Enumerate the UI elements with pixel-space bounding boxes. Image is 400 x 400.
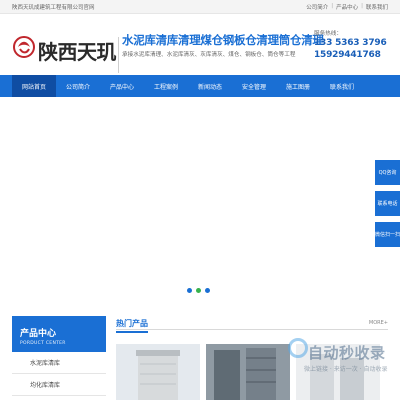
- top-link-about[interactable]: 公司简介: [306, 3, 328, 11]
- main-nav: 网站首页 公司简介 产品中心 工程案例 新闻动态 安全管理 施工图册 联系我们: [0, 75, 400, 97]
- hotline-label: 服务热线：: [314, 31, 342, 37]
- watermark-title: 自动秒收录: [308, 344, 386, 362]
- welcome-text: 陕西天玑成建筑工程有限公司官网: [12, 5, 95, 11]
- nav-item-news[interactable]: 新闻动态: [188, 75, 232, 97]
- hotline-phone-1: 133 5363 3796: [314, 38, 387, 48]
- nav-item-home[interactable]: 网站首页: [12, 75, 56, 97]
- product-center-header: 产品中心 PORDUCT CENTER: [12, 316, 106, 352]
- list-item[interactable]: 均化库清库: [12, 374, 106, 396]
- nav-item-contact[interactable]: 联系我们: [320, 75, 364, 97]
- slogan-subtitle: 承接水泥库清理、水泥库清灰、灰库清灰、煤仓、钢板仓、筒仓等工程: [122, 52, 296, 58]
- phone-contact-button[interactable]: 联系电话: [375, 191, 400, 216]
- banner-slider[interactable]: [0, 97, 400, 300]
- product-thumb[interactable]: [206, 344, 290, 400]
- product-thumb[interactable]: [116, 344, 200, 400]
- logo-divider: [118, 37, 119, 73]
- product-center-title: 产品中心: [20, 329, 57, 339]
- watermark-logo-icon: [288, 338, 308, 358]
- nav-item-products[interactable]: 产品中心: [100, 75, 144, 97]
- separator: |: [331, 3, 334, 9]
- nav-item-safety[interactable]: 安全管理: [232, 75, 276, 97]
- logo-icon[interactable]: [13, 36, 35, 58]
- more-link[interactable]: MORE+: [369, 320, 388, 326]
- nav-item-gallery[interactable]: 施工图册: [276, 75, 320, 97]
- nav-item-about[interactable]: 公司简介: [56, 75, 100, 97]
- logo-text[interactable]: 陕西天玑: [38, 36, 117, 65]
- top-link-products[interactable]: 产品中心: [336, 3, 358, 11]
- watermark-overlay: 自动秒收录 微上链接 · 来访一次 · 自动收录: [288, 334, 400, 400]
- slider-dots: [187, 288, 210, 293]
- separator: |: [361, 3, 363, 9]
- hotline-phone-2: 15929441768: [314, 50, 381, 60]
- hot-products-header: 热门产品 MORE+: [116, 316, 388, 333]
- qq-consult-button[interactable]: QQ咨询: [375, 160, 400, 185]
- slider-dot[interactable]: [187, 288, 192, 293]
- slogan-title: 水泥库清库清理煤仓钢板仓清理筒仓清理: [122, 33, 324, 47]
- list-item[interactable]: 水泥库清库: [12, 352, 106, 374]
- top-links: 公司简介 | 产品中心 | 联系我们: [306, 3, 388, 11]
- nav-item-cases[interactable]: 工程案例: [144, 75, 188, 97]
- hot-products-title: 热门产品: [116, 318, 148, 333]
- top-link-contact[interactable]: 联系我们: [366, 3, 388, 11]
- product-category-list: 水泥库清库 均化库清库: [12, 352, 106, 396]
- top-bar: 陕西天玑成建筑工程有限公司官网 公司简介 | 产品中心 | 联系我们: [0, 0, 400, 14]
- watermark-subtitle: 微上链接 · 来访一次 · 自动收录: [304, 366, 388, 373]
- hotline: 服务热线： 133 5363 3796 15929441768: [314, 29, 387, 61]
- wechat-scan-button[interactable]: 微信扫一扫: [375, 222, 400, 247]
- side-float-panel: QQ咨询 联系电话 微信扫一扫: [375, 160, 400, 253]
- site-header: 陕西天玑 水泥库清库清理煤仓钢板仓清理筒仓清理 承接水泥库清理、水泥库清灰、灰库…: [0, 15, 400, 73]
- slider-dot-active[interactable]: [196, 288, 201, 293]
- product-center-subtitle: PORDUCT CENTER: [20, 341, 66, 346]
- slider-dot[interactable]: [205, 288, 210, 293]
